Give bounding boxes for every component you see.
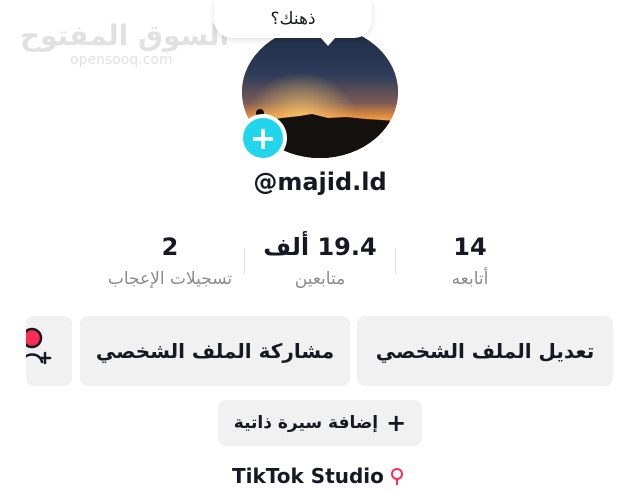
plus-icon: +	[386, 409, 407, 437]
share-profile-label: مشاركة الملف الشخصي	[95, 339, 335, 363]
add-bio-button[interactable]: + إضافة سيرة ذاتية	[218, 400, 422, 446]
tiktok-studio-link[interactable]: TikTok Studio	[232, 464, 404, 494]
watermark-url: opensooq.com	[70, 52, 173, 68]
bubble-tail	[320, 37, 336, 46]
stat-followers-label: متابعين	[294, 269, 346, 289]
watermark: السوق المفتوح opensooq.com	[20, 19, 230, 69]
add-user-button[interactable]	[26, 316, 72, 386]
stat-following[interactable]: 14 أتابعه	[400, 232, 540, 292]
username: @majid.ld	[253, 168, 387, 196]
stat-likes[interactable]: 2 تسجيلات الإعجاب	[92, 232, 248, 292]
edit-profile-button[interactable]: تعديل الملف الشخصي	[357, 316, 613, 386]
share-profile-button[interactable]: مشاركة الملف الشخصي	[80, 316, 350, 386]
add-bio-label: إضافة سيرة ذاتية	[233, 413, 379, 433]
stat-likes-label: تسجيلات الإعجاب	[107, 269, 233, 289]
plus-icon: +	[243, 118, 283, 158]
stat-followers-number: 19.4 ألف	[263, 233, 377, 261]
add-story-button[interactable]: +	[239, 114, 287, 162]
add-user-icon	[26, 327, 52, 365]
edit-profile-label: تعديل الملف الشخصي	[375, 339, 595, 363]
bubble-text: ذهنك؟	[270, 9, 316, 29]
location-pin-icon	[390, 468, 403, 485]
status-bubble[interactable]: ذهنك؟	[214, 0, 372, 38]
stat-following-label: أتابعه	[451, 269, 489, 289]
stat-likes-number: 2	[161, 233, 179, 261]
stat-following-number: 14	[453, 233, 487, 261]
stat-followers[interactable]: 19.4 ألف متابعين	[248, 232, 392, 292]
watermark-title: السوق المفتوح	[20, 19, 230, 52]
tiktok-studio-label: TikTok Studio	[232, 464, 384, 488]
stat-divider	[395, 248, 396, 274]
